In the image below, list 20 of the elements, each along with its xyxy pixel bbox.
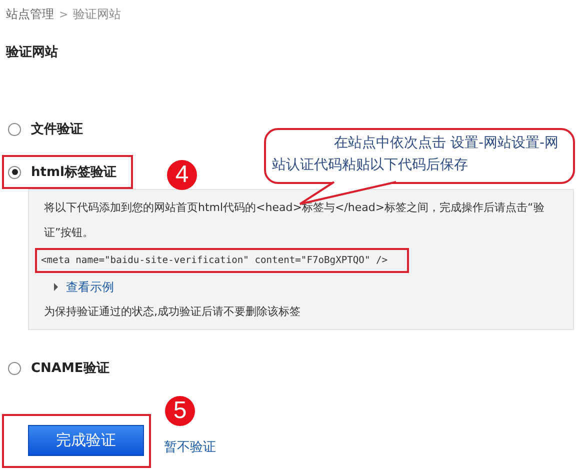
expand-icon[interactable] (54, 283, 58, 291)
breadcrumb-item[interactable]: 站点管理 (6, 6, 54, 22)
code-snippet: <meta name="baidu-site-verification" content="F7oBgXPTQO" /> (41, 255, 388, 266)
radio-button[interactable] (8, 362, 21, 374)
option-label: html标签验证 (31, 164, 116, 181)
breadcrumb-separator: > (59, 8, 68, 20)
instruction-text: 将以下代码添加到您的网站首页html代码的<head>标签与</head>标签之间，完成操作后请点击“验证”按钮。 (44, 200, 546, 241)
skip-link[interactable]: 暂不验证 (164, 438, 216, 456)
step-number-badge: 4 (167, 160, 197, 190)
option-label: CNAME验证 (31, 360, 110, 377)
note-text: 为保持验证通过的状态,成功验证后请不要删除该标签 (44, 304, 302, 320)
complete-button[interactable]: 完成验证 (28, 425, 144, 456)
example-link[interactable]: 查看示例 (66, 278, 114, 296)
breadcrumb-item: 验证网站 (73, 6, 122, 22)
radio-button[interactable] (8, 166, 21, 178)
page-title: 验证网站 (4, 44, 59, 62)
callout-text: 在站点中依次点击 设置-网站设置-网站认证代码粘贴以下代码后保存 (272, 134, 560, 175)
step-number-badge: 5 (165, 396, 195, 426)
option-label: 文件验证 (31, 120, 83, 138)
radio-button[interactable] (8, 122, 21, 136)
